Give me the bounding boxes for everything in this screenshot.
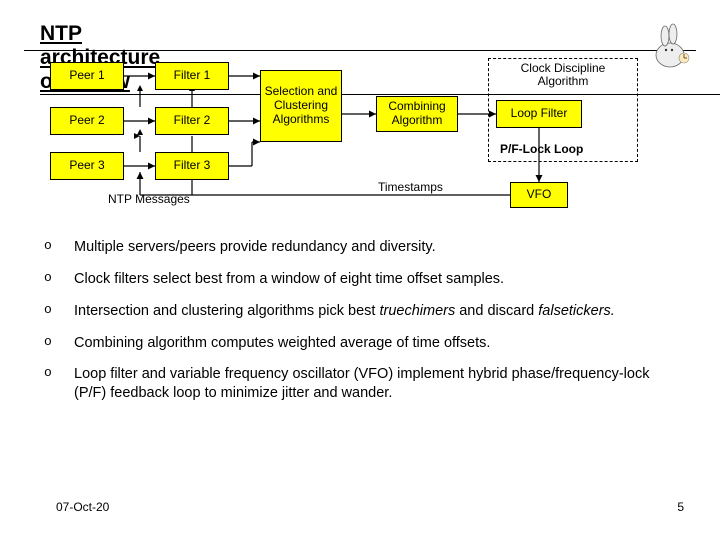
filter-3-box: Filter 3 xyxy=(155,152,229,180)
ntp-messages-label: NTP Messages xyxy=(108,192,190,206)
combining-algorithm-box: Combining Algorithm xyxy=(376,96,458,132)
title-underline xyxy=(24,50,696,51)
timestamps-label: Timestamps xyxy=(378,180,443,194)
footer-page-number: 5 xyxy=(677,500,684,514)
selection-clustering-box: Selection and Clustering Algorithms xyxy=(260,70,342,142)
peer-2-box: Peer 2 xyxy=(50,107,124,135)
filter-2-box: Filter 2 xyxy=(155,107,229,135)
bullet-list: Multiple servers/peers provide redundanc… xyxy=(44,238,684,416)
peer-3-box: Peer 3 xyxy=(50,152,124,180)
bullet-2: Clock filters select best from a window … xyxy=(44,270,684,289)
vfo-box: VFO xyxy=(510,182,568,208)
falsetickers-term: falsetickers. xyxy=(538,303,615,319)
peer-1-box: Peer 1 xyxy=(50,62,124,90)
truechimers-term: truechimers xyxy=(379,303,455,319)
bullet-1: Multiple servers/peers provide redundanc… xyxy=(44,238,684,257)
filter-1-box: Filter 1 xyxy=(155,62,229,90)
architecture-diagram: Peer 1 Peer 2 Peer 3 Filter 1 Filter 2 F… xyxy=(50,62,690,222)
pf-lock-label: P/F-Lock Loop xyxy=(500,142,583,156)
bullet-5: Loop filter and variable frequency oscil… xyxy=(44,365,684,403)
footer-date: 07-Oct-20 xyxy=(56,500,109,514)
loop-filter-box: Loop Filter xyxy=(496,100,582,128)
bullet-3: Intersection and clustering algorithms p… xyxy=(44,302,684,321)
bullet-4: Combining algorithm computes weighted av… xyxy=(44,334,684,353)
clock-discipline-label: Clock Discipline Algorithm xyxy=(496,62,630,88)
